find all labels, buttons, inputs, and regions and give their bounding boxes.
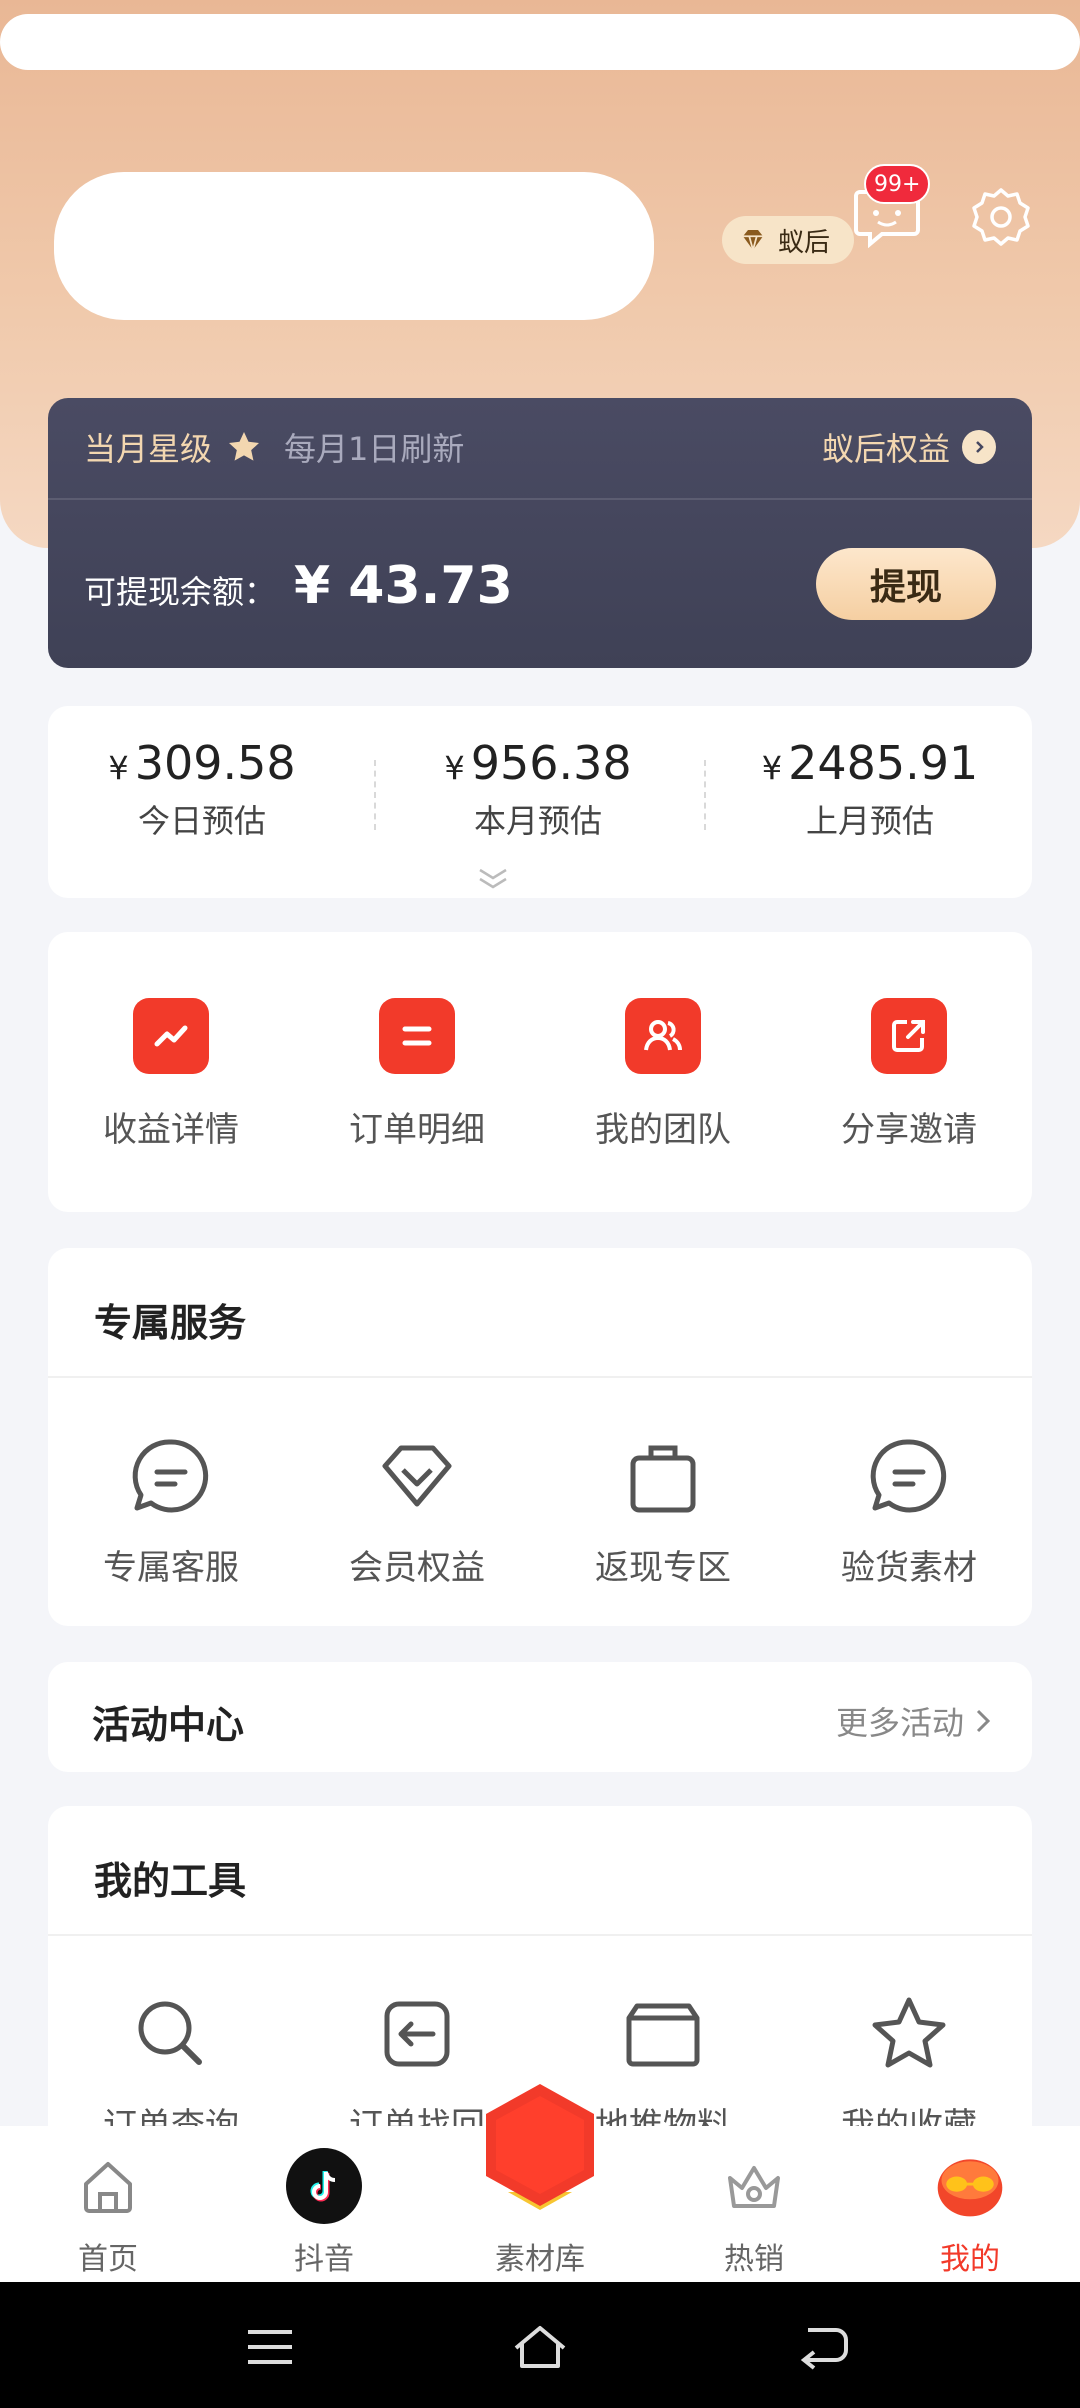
tab-label: 素材库 xyxy=(495,2242,585,2277)
divider xyxy=(374,760,376,830)
tool-order-query[interactable]: 订单查询 xyxy=(48,1992,294,2146)
crown-icon xyxy=(716,2148,792,2224)
diamond-icon xyxy=(743,230,763,254)
tab-label: 我的 xyxy=(940,2242,1000,2277)
card-divider xyxy=(48,498,1032,500)
tab-label: 热销 xyxy=(724,2242,784,2277)
user-info-redacted xyxy=(54,172,654,320)
tab-douyin[interactable]: 抖音 xyxy=(264,2148,384,2278)
member-card: 当月星级 每月1日刷新 蚁后权益 可提现余额： ¥ 43.73 提现 xyxy=(48,398,1032,668)
trend-chart-icon xyxy=(133,998,209,1074)
tab-home[interactable]: 首页 xyxy=(48,2148,168,2278)
tab-label: 抖音 xyxy=(294,2242,354,2277)
quick-action-label: 我的团队 xyxy=(595,1110,731,1150)
menu-icon[interactable] xyxy=(240,2322,300,2372)
hexagon-icon[interactable] xyxy=(478,2080,602,2216)
section-title: 活动中心 xyxy=(92,1703,245,1747)
service-member-benefits[interactable]: 会员权益 xyxy=(294,1434,540,1589)
tool-favorites[interactable]: 我的收藏 xyxy=(786,1992,1032,2146)
quick-action-orders[interactable]: 订单明细 xyxy=(294,998,540,1151)
quick-action-label: 订单明细 xyxy=(349,1110,485,1150)
diamond-icon xyxy=(382,1445,452,1507)
earning-month[interactable]: ¥956.38 本月预估 xyxy=(388,736,688,842)
tab-label: 首页 xyxy=(78,2242,138,2277)
team-icon xyxy=(625,998,701,1074)
share-icon xyxy=(871,998,947,1074)
earning-today[interactable]: ¥309.58 今日预估 xyxy=(52,736,352,842)
earning-value: 956.38 xyxy=(470,736,632,790)
service-label: 返现专区 xyxy=(595,1548,731,1588)
refresh-note: 每月1日刷新 xyxy=(284,430,465,468)
quick-action-earnings[interactable]: 收益详情 xyxy=(48,998,294,1151)
star-icon xyxy=(872,1997,946,2068)
earning-value: 309.58 xyxy=(134,736,296,790)
tab-hot-sales[interactable]: 热销 xyxy=(694,2148,814,2278)
earning-label: 今日预估 xyxy=(137,802,266,840)
chevron-right-icon xyxy=(976,1709,991,1733)
currency-symbol: ¥ xyxy=(761,749,783,787)
more-activities-link[interactable]: 更多活动 xyxy=(836,1698,992,1744)
withdraw-button[interactable]: 提现 xyxy=(816,548,996,620)
box-icon xyxy=(626,2003,700,2067)
earnings-summary: ¥309.58 今日预估 ¥956.38 本月预估 ¥2485.91 上月预估 xyxy=(48,706,1032,898)
system-navigation-bar xyxy=(0,2282,1080,2408)
message-count-badge: 99+ xyxy=(864,164,931,204)
quick-action-label: 收益详情 xyxy=(103,1110,239,1150)
tab-mine[interactable]: 我的 xyxy=(910,2148,1030,2278)
home-icon xyxy=(70,2148,146,2224)
chat-bubble-icon xyxy=(132,1439,209,1513)
earning-last-month[interactable]: ¥2485.91 上月预估 xyxy=(720,736,1020,842)
earning-value: 2485.91 xyxy=(788,736,979,790)
expand-chevron-icon[interactable] xyxy=(476,866,510,890)
earning-label: 上月预估 xyxy=(805,802,934,840)
level-badge[interactable]: 蚁后 xyxy=(722,216,855,264)
status-bar-redacted xyxy=(0,14,1080,70)
section-title: 专属服务 xyxy=(94,1301,247,1345)
currency-symbol: ¥ xyxy=(108,749,129,787)
star-level-label: 当月星级 xyxy=(84,430,213,468)
gear-icon[interactable] xyxy=(968,184,1034,250)
quick-actions: 收益详情 订单明细 我的团队 分享邀请 xyxy=(48,932,1032,1212)
chevron-right-icon xyxy=(962,430,996,464)
service-cashback[interactable]: 返现专区 xyxy=(540,1434,786,1589)
search-icon xyxy=(138,2001,202,2065)
chat-bubble-icon xyxy=(870,1439,947,1513)
service-inspection-materials[interactable]: 验货素材 xyxy=(786,1434,1032,1589)
divider xyxy=(48,1376,1032,1378)
balance-amount: ¥ 43.73 xyxy=(294,556,513,616)
level-badge-label: 蚁后 xyxy=(778,227,831,258)
service-label: 专属客服 xyxy=(103,1548,239,1588)
service-customer-support[interactable]: 专属客服 xyxy=(48,1434,294,1589)
section-title: 我的工具 xyxy=(94,1859,247,1903)
back-icon[interactable] xyxy=(794,2322,854,2372)
quick-action-share[interactable]: 分享邀请 xyxy=(786,998,1032,1151)
order-list-icon xyxy=(379,998,455,1074)
earning-label: 本月预估 xyxy=(473,802,602,840)
divider xyxy=(48,1934,1032,1936)
star-icon xyxy=(229,432,260,461)
benefits-link[interactable]: 蚁后权益 xyxy=(822,424,996,470)
activity-center[interactable]: 活动中心 更多活动 xyxy=(48,1662,1032,1772)
quick-action-label: 分享邀请 xyxy=(841,1110,977,1150)
service-label: 会员权益 xyxy=(349,1548,485,1588)
service-label: 验货素材 xyxy=(841,1548,977,1588)
retrieve-icon xyxy=(384,2001,450,2067)
shopping-bag-icon xyxy=(630,1445,696,1513)
home-nav-icon[interactable] xyxy=(510,2322,570,2372)
balance-label: 可提现余额： xyxy=(84,573,277,611)
more-activities-label: 更多活动 xyxy=(835,1704,964,1742)
quick-action-team[interactable]: 我的团队 xyxy=(540,998,786,1151)
tiktok-icon xyxy=(286,2148,362,2224)
currency-symbol: ¥ xyxy=(444,749,465,787)
divider xyxy=(704,760,706,830)
benefits-link-label: 蚁后权益 xyxy=(821,430,950,468)
exclusive-services: 专属服务 专属客服 会员权益 返现专区 验货素材 xyxy=(48,1248,1032,1626)
avatar-icon xyxy=(932,2148,1008,2224)
